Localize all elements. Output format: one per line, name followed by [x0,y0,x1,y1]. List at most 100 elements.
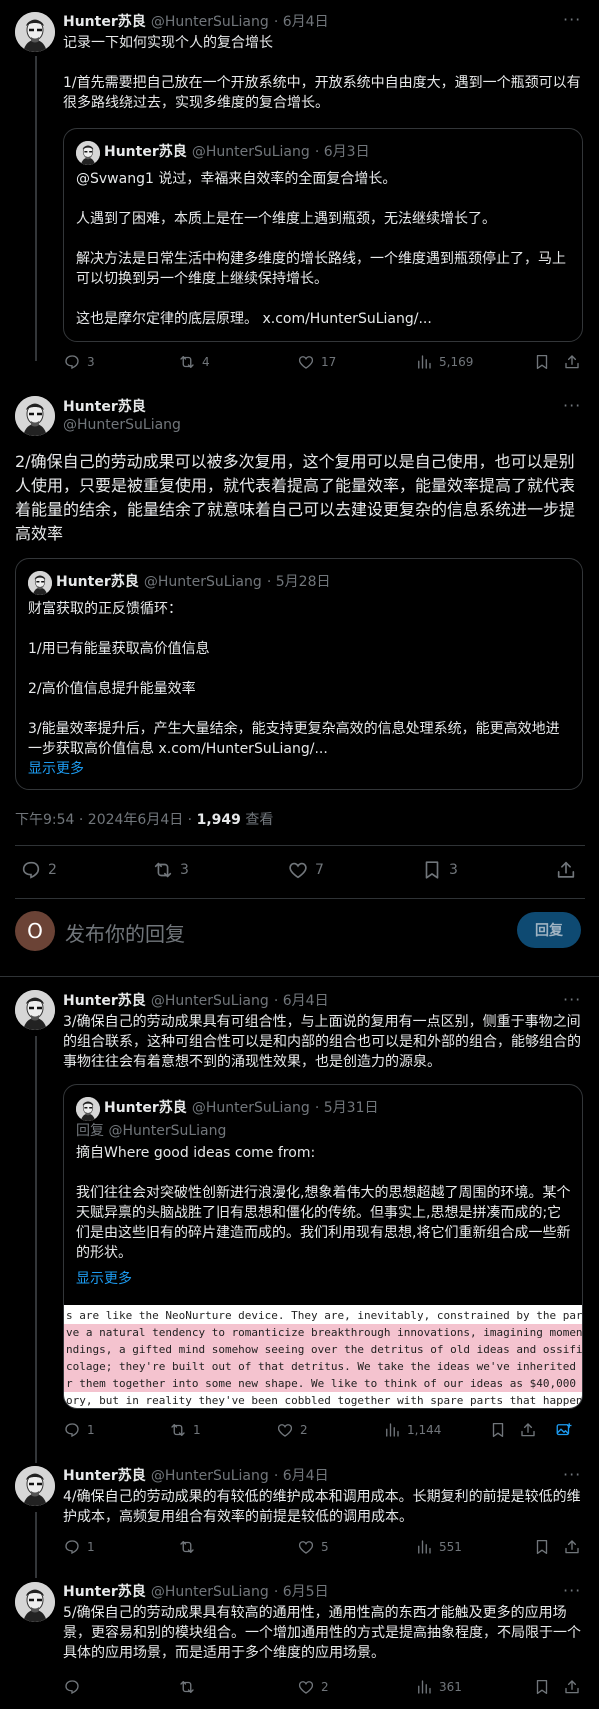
more-options-icon[interactable]: ··· [563,396,581,415]
author-handle[interactable]: @HunterSuLiang [63,417,181,433]
quote-image[interactable]: s are like the NeoNurture device. They a… [64,1305,582,1408]
share-icon [519,1421,537,1439]
author-handle[interactable]: @HunterSuLiang [151,1584,269,1600]
like-count: 17 [321,355,337,369]
reply-button[interactable]: 2 [20,859,57,881]
show-more-link[interactable]: 显示更多 [76,1269,132,1289]
image-text-line: ve a natural tendency to romanticize bre… [64,1324,582,1341]
views-label: 查看 [240,812,274,828]
reply-icon [20,859,42,881]
quote-link[interactable]: x.com/HunterSuLiang/... [158,741,327,757]
like-button[interactable]: 5 [297,1538,329,1556]
share-button[interactable] [563,1678,581,1696]
tweet-date[interactable]: · 6月5日 [274,1584,329,1600]
quoted-tweet[interactable]: Hunter苏良 @HunterSuLiang · 5月28日 财富获取的正反馈… [15,558,583,790]
avatar[interactable] [15,396,55,436]
author-handle[interactable]: @HunterSuLiang [151,1468,269,1484]
like-icon [297,1678,315,1696]
reply-button[interactable] [63,1678,87,1696]
author-name[interactable]: Hunter苏良 [63,1468,146,1484]
bookmark-button[interactable]: 3 [421,859,458,881]
views-icon [383,1421,401,1439]
views-button[interactable]: 5,169 [415,353,473,371]
like-button[interactable]: 17 [297,353,336,371]
quote-link[interactable]: x.com/HunterSuLiang/... [262,311,431,327]
quote-header: Hunter苏良 @HunterSuLiang · 5月31日 [104,1097,378,1117]
author-name: Hunter苏良 [104,144,187,160]
avatar [28,571,52,595]
like-button[interactable]: 7 [287,859,324,881]
avatar-image [76,141,100,165]
author-name[interactable]: Hunter苏良 [63,1584,146,1600]
show-more-link[interactable]: 显示更多 [28,759,84,779]
bookmark-button[interactable] [489,1421,507,1439]
divider [0,976,599,977]
like-button[interactable]: 2 [276,1421,308,1439]
share-button[interactable] [563,1538,581,1556]
author-name[interactable]: Hunter苏良 [63,993,146,1009]
author-name[interactable]: Hunter苏良 [63,14,146,30]
views-button[interactable]: 551 [415,1538,462,1556]
share-icon [563,1538,581,1556]
views-button[interactable]: 361 [415,1678,462,1696]
retweet-button[interactable]: 3 [152,859,189,881]
avatar[interactable] [15,1466,55,1506]
image-text-line: r them together into some new shape. We … [64,1375,582,1392]
reply-button[interactable]: 3 [63,353,95,371]
bookmark-button[interactable] [533,1538,551,1556]
quoted-tweet[interactable]: Hunter苏良 @HunterSuLiang · 6月3日 @Svwang1 … [63,128,583,342]
quote-text-block: 财富获取的正反馈循环： 1/用已有能量获取高价值信息 2/高价值信息提升能量效率… [28,599,568,759]
tweet-date[interactable]: · 6月4日 [274,14,329,30]
share-button[interactable] [563,353,581,371]
share-button[interactable] [519,1421,537,1439]
avatar[interactable] [15,12,55,52]
author-name[interactable]: Hunter苏良 [63,396,146,416]
bookmark-button[interactable] [533,1678,551,1696]
share-button[interactable] [555,859,577,881]
tweet-header: Hunter苏良 @HunterSuLiang · 6月5日 [63,1581,329,1601]
more-options-icon[interactable]: ··· [563,990,581,1009]
share-icon [555,859,577,881]
thread-line [35,1512,37,1578]
image-text-line: colage; they're built out of that detrit… [64,1358,582,1375]
author-handle: @HunterSuLiang [191,144,310,160]
avatar-image [28,571,52,595]
more-options-icon[interactable]: ··· [563,1465,581,1484]
bookmark-icon [421,859,443,881]
avatar-image [15,396,55,436]
reply-submit-button[interactable]: 回复 [517,912,581,948]
retweet-button[interactable] [178,1538,202,1556]
like-count: 5 [321,1540,329,1554]
author-handle[interactable]: @HunterSuLiang [151,993,269,1009]
media-button[interactable] [555,1421,573,1439]
tweet-header: Hunter苏良 @HunterSuLiang · 6月4日 [63,1465,329,1485]
photo-icon [555,1421,573,1439]
reply-count: 1 [87,1540,95,1554]
bookmark-button[interactable] [533,353,551,371]
bookmark-icon [533,1538,551,1556]
reply-button[interactable]: 1 [63,1538,95,1556]
quoted-tweet[interactable]: Hunter苏良 @HunterSuLiang · 5月31日 回复 @Hunt… [63,1084,583,1409]
tweet-date[interactable]: · 6月4日 [274,993,329,1009]
retweet-button[interactable]: 4 [178,353,210,371]
share-icon [563,353,581,371]
avatar[interactable] [15,990,55,1030]
like-count: 7 [315,862,324,878]
reply-input[interactable]: 发布你的回复 [65,918,185,947]
reply-count: 3 [87,355,95,369]
avatar-image [15,1582,55,1622]
quote-text: 摘自Where good ideas come from: 我们往往会对突破性创… [76,1145,571,1261]
like-button[interactable]: 2 [297,1678,329,1696]
retweet-button[interactable] [178,1678,202,1696]
more-options-icon[interactable]: ··· [563,1581,581,1600]
like-icon [276,1421,294,1439]
tweet-date[interactable]: · 6月4日 [274,1468,329,1484]
views-button[interactable]: 1,144 [383,1421,441,1439]
reply-button[interactable]: 1 [63,1421,95,1439]
author-handle[interactable]: @HunterSuLiang [151,14,269,30]
tweet-timestamp[interactable]: 下午9:54 · 2024年6月4日 · [15,812,197,828]
retweet-button[interactable]: 1 [169,1421,201,1439]
more-options-icon[interactable]: ··· [563,10,581,29]
image-text-line: s are like the NeoNurture device. They a… [66,1309,582,1322]
avatar[interactable] [15,1582,55,1622]
